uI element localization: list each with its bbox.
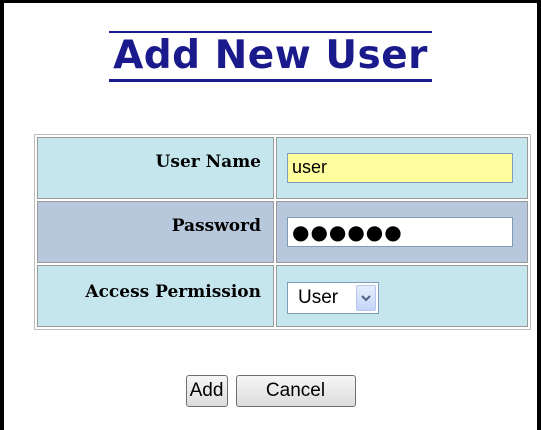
permission-select[interactable]: User — [287, 282, 379, 314]
page-frame: Add New User User Name user Password ●●●… — [0, 0, 541, 430]
permission-cell: User — [276, 265, 528, 327]
password-row: Password ●●●●●● — [37, 201, 528, 263]
page-title: Add New User — [109, 31, 432, 82]
permission-row: Access Permission User — [37, 265, 528, 327]
cancel-button[interactable]: Cancel — [235, 375, 356, 407]
add-button[interactable]: Add — [185, 375, 228, 407]
password-label: Password — [37, 201, 274, 263]
title-container: Add New User — [4, 31, 537, 82]
username-cell: user — [276, 137, 528, 199]
chevron-down-icon[interactable] — [356, 285, 376, 311]
username-row: User Name user — [37, 137, 528, 199]
password-input[interactable]: ●●●●●● — [287, 217, 513, 247]
username-label: User Name — [37, 137, 274, 199]
permission-label: Access Permission — [37, 265, 274, 327]
permission-selected-value: User — [298, 287, 339, 308]
password-mask: ●●●●●● — [292, 220, 403, 244]
button-bar: Add Cancel — [4, 375, 537, 407]
password-cell: ●●●●●● — [276, 201, 528, 263]
username-input[interactable]: user — [287, 153, 513, 183]
add-user-form: User Name user Password ●●●●●● Access Pe… — [34, 134, 531, 330]
